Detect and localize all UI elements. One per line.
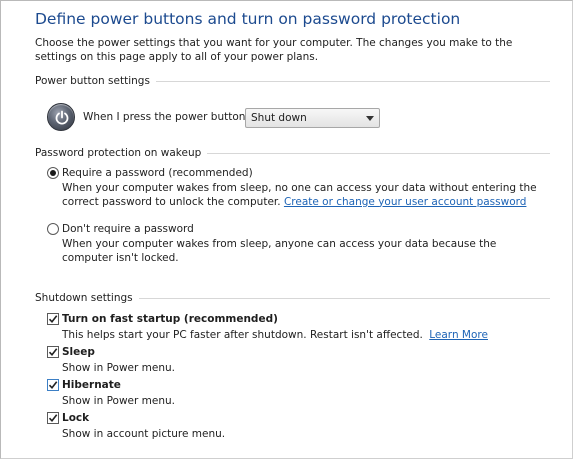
checkbox-checked[interactable] <box>47 379 59 391</box>
section-divider <box>155 80 550 82</box>
checkbox-label: Lock <box>62 412 90 424</box>
radio-dont-require-password[interactable]: Don't require a password <box>47 223 194 235</box>
section-divider <box>207 152 550 154</box>
dont-require-password-desc: When your computer wakes from sleep, any… <box>62 238 497 264</box>
power-button-label: When I press the power button: <box>83 111 249 123</box>
radio-button-checked[interactable] <box>47 167 59 179</box>
checkbox-lock[interactable]: Lock <box>47 412 89 424</box>
page-intro: Choose the power settings that you want … <box>35 37 513 63</box>
radio-description: When your computer wakes from sleep, no … <box>62 182 542 209</box>
checkbox-description: Show in Power menu. <box>62 395 175 407</box>
checkbox-label: Hibernate <box>62 379 121 391</box>
checkbox-label: Sleep <box>62 346 95 358</box>
checkbox-checked[interactable] <box>47 313 59 325</box>
radio-button[interactable] <box>47 223 59 235</box>
section-password-protection: Password protection on wakeup <box>35 146 550 160</box>
section-power-button: Power button settings <box>35 74 550 88</box>
radio-description: When your computer wakes from sleep, any… <box>62 238 542 265</box>
section-heading: Password protection on wakeup <box>35 147 202 159</box>
section-divider <box>138 297 550 299</box>
power-icon <box>47 103 75 131</box>
power-button-action-select[interactable]: Shut down <box>245 108 380 128</box>
check-icon <box>48 414 58 423</box>
checkbox-hibernate[interactable]: Hibernate <box>47 379 121 391</box>
checkbox-description: Show in account picture menu. <box>62 428 226 440</box>
check-icon <box>48 315 58 324</box>
check-icon <box>48 381 58 390</box>
page-title: Define power buttons and turn on passwor… <box>35 10 461 28</box>
checkbox-checked[interactable] <box>47 412 59 424</box>
checkbox-description: This helps start your PC faster after sh… <box>62 329 488 341</box>
checkbox-label: Turn on fast startup (recommended) <box>62 313 278 325</box>
chevron-down-icon <box>366 116 374 121</box>
checkbox-description: Show in Power menu. <box>62 362 175 374</box>
check-icon <box>48 348 58 357</box>
radio-label: Require a password (recommended) <box>62 167 253 179</box>
section-heading: Power button settings <box>35 75 150 87</box>
window-frame: Define power buttons and turn on passwor… <box>0 0 573 459</box>
checkbox-checked[interactable] <box>47 346 59 358</box>
select-value: Shut down <box>251 112 307 124</box>
radio-label: Don't require a password <box>62 223 194 235</box>
section-shutdown-settings: Shutdown settings <box>35 291 550 305</box>
checkbox-fast-startup[interactable]: Turn on fast startup (recommended) <box>47 313 278 325</box>
section-heading: Shutdown settings <box>35 292 133 304</box>
checkbox-sleep[interactable]: Sleep <box>47 346 95 358</box>
learn-more-link[interactable]: Learn More <box>429 329 488 341</box>
radio-require-password[interactable]: Require a password (recommended) <box>47 167 253 179</box>
change-password-link[interactable]: Create or change your user account passw… <box>284 196 527 208</box>
fast-startup-desc: This helps start your PC faster after sh… <box>62 329 423 341</box>
